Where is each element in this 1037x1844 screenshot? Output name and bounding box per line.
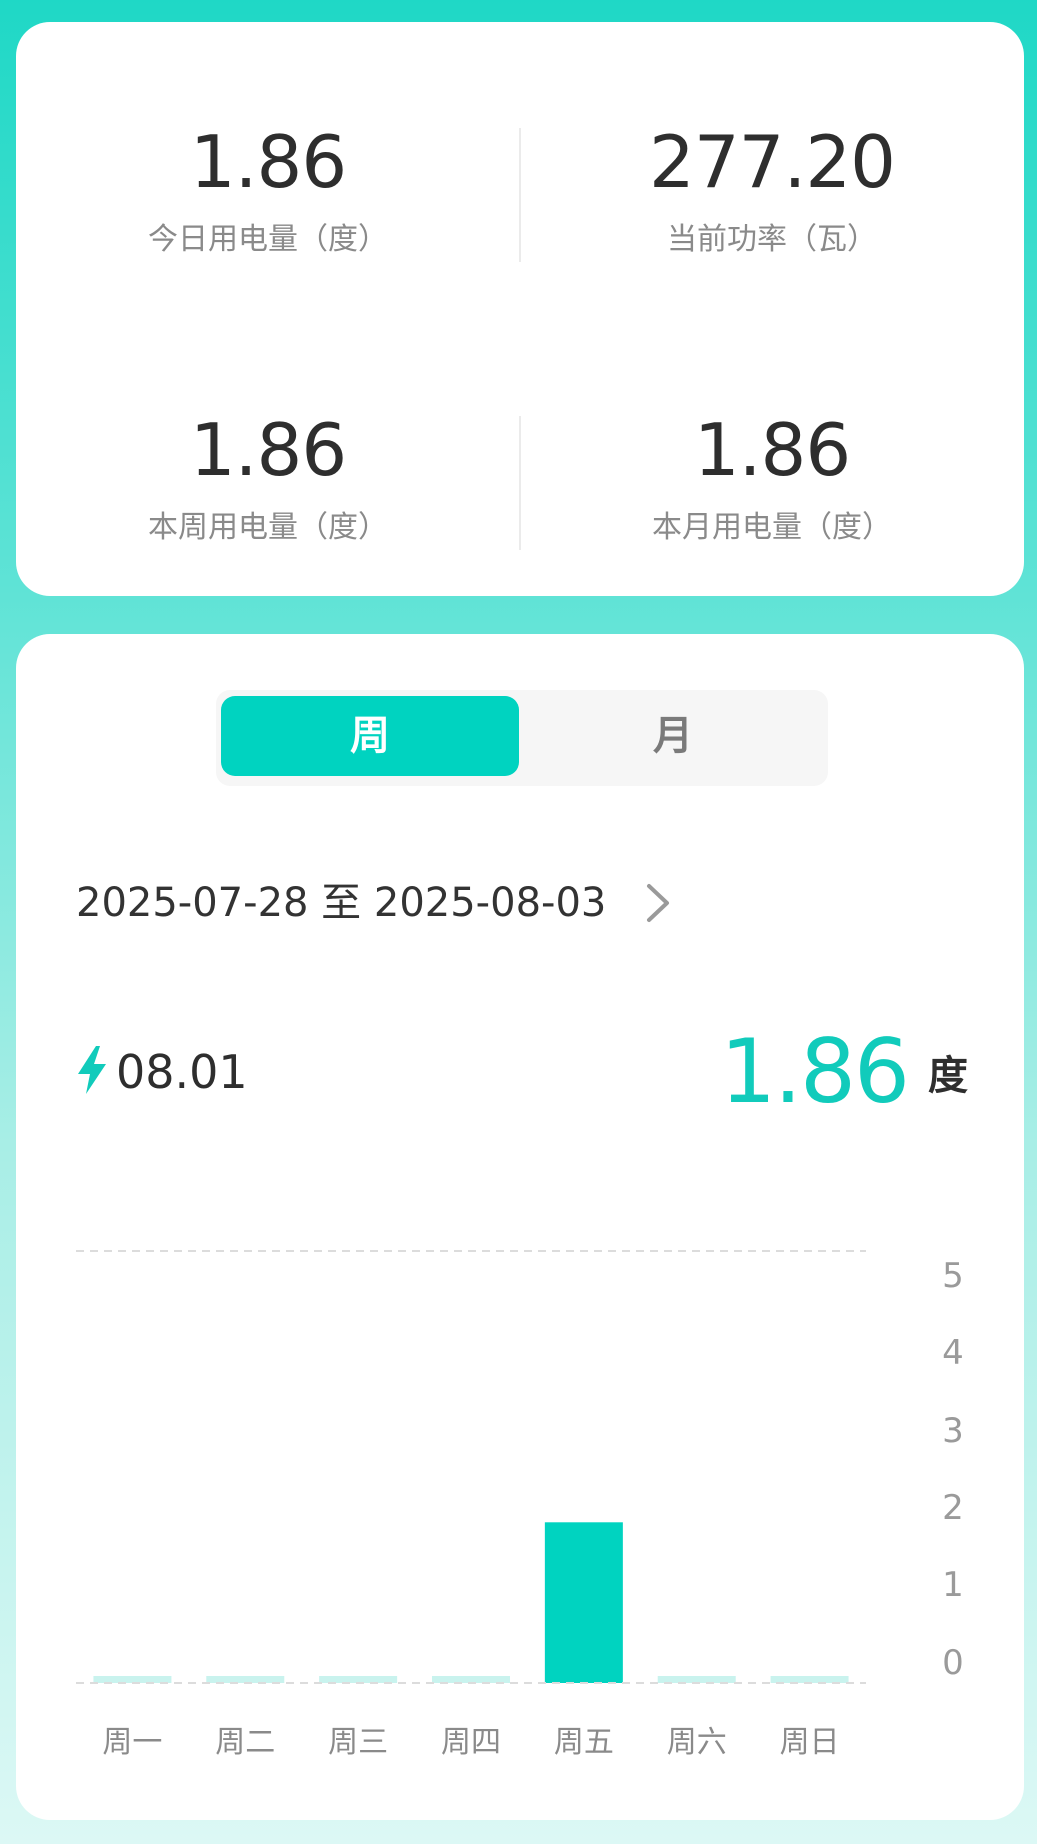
month-energy-label: 本月用电量（度）: [652, 510, 892, 545]
stat-week: 1.86 本周用电量（度）: [16, 410, 520, 548]
x-tick-label: 周一: [102, 1725, 162, 1760]
x-tick-label: 周日: [780, 1725, 840, 1760]
y-tick-label: 1: [942, 1565, 964, 1605]
stat-power: 277.20 当前功率（瓦）: [520, 122, 1024, 260]
energy-bar-chart: 5 4 3 2 1 0 周一 周二 周三 周四 周五 周六 周日: [76, 1250, 964, 1760]
bar: [544, 1522, 623, 1683]
stat-today: 1.86 今日用电量（度）: [16, 122, 520, 260]
today-energy-label: 今日用电量（度）: [148, 222, 388, 257]
bar: [319, 1676, 398, 1683]
y-tick-label: 2: [942, 1488, 964, 1528]
bar: [206, 1676, 285, 1683]
bar: [93, 1676, 172, 1683]
y-tick-label: 3: [942, 1411, 964, 1451]
week-energy-value: 1.86: [189, 408, 347, 492]
today-energy-value: 1.86: [189, 120, 347, 204]
x-tick-label: 周二: [215, 1725, 275, 1760]
bar: [432, 1676, 510, 1683]
x-tick-label: 周三: [328, 1725, 388, 1760]
chart-card: 周 月 2025-07-28 至 2025-08-03 08.01 1.86 度…: [16, 634, 1024, 1820]
bar: [657, 1676, 736, 1683]
bar: [770, 1676, 849, 1683]
x-tick-label: 周六: [667, 1725, 727, 1760]
current-power-value: 277.20: [649, 120, 896, 204]
month-energy-value: 1.86: [693, 408, 851, 492]
y-tick-label: 0: [942, 1643, 964, 1683]
y-tick-label: 5: [942, 1256, 964, 1296]
stats-card: 1.86 今日用电量（度） 277.20 当前功率（瓦） 1.86 本周用电量（…: [16, 22, 1024, 596]
y-tick-label: 4: [942, 1333, 964, 1373]
stat-month: 1.86 本月用电量（度）: [520, 410, 1024, 548]
x-tick-label: 周四: [441, 1725, 501, 1760]
current-power-label: 当前功率（瓦）: [667, 222, 877, 257]
week-energy-label: 本周用电量（度）: [148, 510, 388, 545]
x-tick-label: 周五: [554, 1725, 614, 1760]
